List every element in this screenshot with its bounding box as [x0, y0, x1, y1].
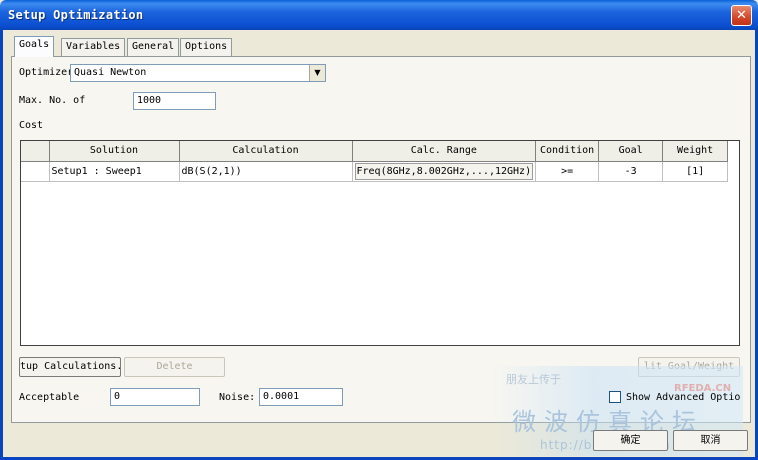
- window-frame-left: [0, 30, 3, 460]
- column-header-calculation[interactable]: Calculation: [179, 141, 353, 162]
- tab-options[interactable]: Options: [180, 38, 233, 56]
- row-selector-cell[interactable]: [21, 161, 50, 182]
- column-header-calc-range[interactable]: Calc. Range: [352, 141, 537, 162]
- solution-cell[interactable]: Setup1 : Sweep1: [49, 161, 180, 182]
- goal-cell[interactable]: -3: [598, 161, 664, 182]
- tab-variables[interactable]: Variables: [61, 38, 126, 56]
- show-advanced-checkbox[interactable]: [609, 391, 621, 403]
- cost-table: Solution Calculation Calc. Range Conditi…: [20, 140, 740, 346]
- calc-range-cell[interactable]: Freq(8GHz,8.002GHz,...,12GHz): [352, 161, 537, 182]
- column-header-goal[interactable]: Goal: [598, 141, 664, 162]
- table-header-row: Solution Calculation Calc. Range Conditi…: [21, 141, 729, 162]
- optimizer-select[interactable]: Quasi Newton ▼: [70, 64, 326, 82]
- delete-button[interactable]: Delete: [124, 357, 225, 377]
- acceptable-input[interactable]: 0: [110, 388, 200, 406]
- noise-label: Noise:: [219, 392, 256, 403]
- column-header-selector: [21, 141, 50, 162]
- close-icon: ✕: [736, 8, 747, 23]
- optimizer-value: Quasi Newton: [74, 67, 147, 78]
- show-advanced-label[interactable]: Show Advanced Optio: [626, 392, 740, 403]
- acceptable-label: Acceptable: [19, 392, 80, 403]
- title-bar: Setup Optimization ✕: [0, 0, 758, 30]
- table-row[interactable]: Setup1 : Sweep1 dB(S(2,1)) Freq(8GHz,8.0…: [21, 161, 729, 182]
- max-iterations-input[interactable]: 1000: [133, 92, 216, 110]
- ok-button[interactable]: 确定: [593, 430, 668, 451]
- cancel-button[interactable]: 取消: [673, 430, 748, 451]
- dropdown-arrow-icon[interactable]: ▼: [309, 65, 325, 81]
- setup-calculations-button[interactable]: tup Calculations.: [19, 357, 121, 377]
- noise-input[interactable]: 0.0001: [259, 388, 343, 406]
- window-title: Setup Optimization: [8, 8, 144, 22]
- column-header-solution[interactable]: Solution: [49, 141, 180, 162]
- tab-goals[interactable]: Goals: [14, 36, 55, 57]
- calculation-cell[interactable]: dB(S(2,1)): [179, 161, 353, 182]
- optimizer-label: Optimizer: [19, 67, 74, 78]
- tab-general[interactable]: General: [127, 38, 180, 56]
- column-header-weight[interactable]: Weight: [662, 141, 729, 162]
- edit-goal-weight-button[interactable]: lit Goal/Weight: [638, 357, 740, 377]
- max-iterations-label: Max. No. of: [19, 95, 86, 106]
- condition-cell[interactable]: >=: [535, 161, 600, 182]
- calc-range-button[interactable]: Freq(8GHz,8.002GHz,...,12GHz): [354, 162, 534, 180]
- weight-cell[interactable]: [1]: [662, 161, 729, 182]
- close-button[interactable]: ✕: [731, 5, 752, 26]
- cost-label: Cost: [19, 120, 44, 131]
- column-header-condition[interactable]: Condition: [535, 141, 600, 162]
